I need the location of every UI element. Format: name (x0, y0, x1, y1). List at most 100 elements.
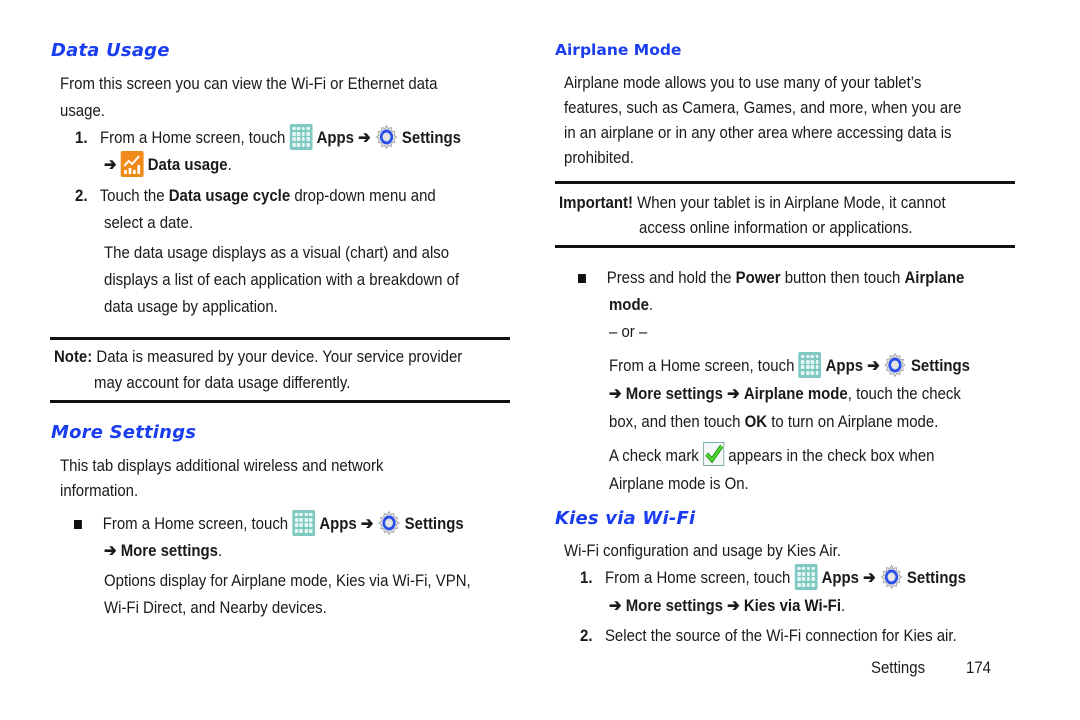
check-text-pre: A check mark (609, 446, 699, 465)
bullet-text-mid: button then touch (784, 268, 901, 287)
airplane-para-line3: in an airplane or in any other area wher… (564, 123, 952, 142)
step-number: 2. (580, 626, 593, 645)
step-text: Touch the (99, 186, 165, 205)
step-text: Select the source of the Wi-Fi connectio… (604, 626, 957, 645)
more-settings-intro-line2: information. (60, 481, 139, 500)
note-label: Note: (54, 347, 93, 366)
kies-step2: 2. Select the source of the Wi-Fi connec… (580, 622, 957, 649)
mode-label: mode (609, 295, 649, 314)
settings-label: Settings (910, 356, 970, 375)
kies-intro: Wi-Fi configuration and usage by Kies Ai… (564, 541, 841, 560)
kies-via-wifi-label: Kies via Wi-Fi (743, 596, 841, 615)
airplane-para-line2: features, such as Camera, Games, and mor… (564, 98, 962, 117)
apps-label: Apps (825, 356, 864, 375)
important-line2: access online information or application… (639, 218, 913, 237)
settings-gear-icon (375, 124, 398, 149)
check-text-post: appears in the check box when (728, 446, 935, 465)
kies-step1-cont: ➔ More settings ➔ Kies via Wi-Fi. (609, 592, 845, 619)
period: . (840, 596, 846, 615)
step-text: From a Home screen, touch (604, 568, 791, 587)
check-mark-icon (705, 444, 724, 463)
more-settings-intro-line1: This tab displays additional wireless an… (60, 456, 384, 475)
check-mark-line2: Airplane mode is On. (609, 474, 749, 493)
arrow-icon: ➔ (609, 384, 622, 403)
settings-gear-icon (884, 352, 907, 377)
heading-more-settings: More Settings (51, 422, 197, 443)
more-settings-label: More settings (625, 596, 723, 615)
airplane-bullet: Press and hold the Power button then tou… (578, 264, 964, 291)
alt-line3-pre: box, and then touch (609, 412, 741, 431)
note-text: Data is measured by your device. Your se… (96, 347, 463, 366)
settings-label: Settings (404, 514, 464, 533)
checkbox-checked-icon (702, 441, 725, 466)
step-number: 1. (75, 128, 88, 147)
step-text-post: drop-down menu and (294, 186, 436, 205)
important-text: When your tablet is in Airplane Mode, it… (637, 193, 946, 212)
more-settings-para-line1: Options display for Airplane mode, Kies … (104, 571, 471, 590)
airplane-alt-line2: ➔ More settings ➔ Airplane mode, touch t… (609, 380, 961, 407)
more-settings-bullet-cont: ➔ More settings. (104, 537, 222, 564)
settings-gear-icon (378, 510, 400, 535)
note-top-rule (50, 337, 510, 340)
data-usage-step1: 1. From a Home screen, touch Apps ➔ Sett… (75, 123, 461, 152)
heading-kies-via-wifi: Kies via Wi-Fi (555, 508, 696, 529)
arrow-icon: ➔ (727, 384, 740, 403)
page-number: 174 (966, 658, 991, 677)
data-usage-intro-line2: usage. (60, 101, 105, 120)
arrow-icon: ➔ (863, 568, 876, 587)
important-top-rule (555, 181, 1015, 184)
airplane-para-line4: prohibited. (564, 148, 634, 167)
arrow-icon: ➔ (104, 541, 117, 560)
apps-icon (798, 351, 822, 378)
alt-line3-post: to turn on Airplane mode. (771, 412, 939, 431)
data-usage-step1-cont: ➔ Data usage. (104, 150, 232, 179)
bullet-text: Press and hold the (606, 268, 732, 287)
data-usage-step2-line2: select a date. (104, 213, 193, 232)
more-settings-label: More settings (625, 384, 723, 403)
settings-label: Settings (906, 568, 966, 587)
arrow-icon: ➔ (867, 356, 880, 375)
alt-text-post: , touch the check (847, 384, 961, 403)
kies-step1: 1. From a Home screen, touch Apps ➔ Sett… (580, 563, 966, 592)
important-bottom-rule (555, 245, 1015, 248)
apps-icon (292, 509, 316, 536)
apps-label: Apps (821, 568, 859, 587)
period: . (648, 295, 654, 314)
data-usage-cycle-label: Data usage cycle (168, 186, 291, 205)
arrow-icon: ➔ (609, 596, 622, 615)
note-bottom-rule (50, 400, 510, 403)
data-usage-para-line1: The data usage displays as a visual (cha… (104, 243, 450, 262)
alt-text: From a Home screen, touch (609, 356, 795, 375)
heading-data-usage: Data Usage (51, 40, 170, 61)
or-separator: – or – (609, 322, 648, 341)
arrow-icon: ➔ (727, 596, 740, 615)
data-usage-intro-line1: From this screen you can view the Wi-Fi … (60, 74, 438, 93)
settings-label: Settings (401, 128, 461, 147)
apps-icon (289, 123, 313, 150)
more-settings-bullet: From a Home screen, touch Apps ➔ Setting… (74, 509, 464, 538)
data-usage-label: Data usage (147, 155, 228, 174)
check-mark-line1: A check mark appears in the check box wh… (609, 441, 935, 469)
bullet-icon (578, 274, 586, 283)
note-line2: may account for data usage differently. (94, 373, 351, 392)
bullet-text: From a Home screen, touch (102, 514, 289, 533)
ok-label: OK (744, 412, 768, 431)
data-usage-chart-icon (120, 150, 144, 177)
airplane-para-line1: Airplane mode allows you to use many of … (564, 73, 922, 92)
apps-label: Apps (316, 128, 354, 147)
step-text: From a Home screen, touch (99, 128, 286, 147)
arrow-icon: ➔ (360, 514, 374, 533)
airplane-alt-line1: From a Home screen, touch Apps ➔ Setting… (609, 351, 970, 380)
airplane-label: Airplane (904, 268, 965, 287)
arrow-icon: ➔ (358, 128, 371, 147)
step-number: 1. (580, 568, 593, 587)
period: . (217, 541, 223, 560)
apps-label: Apps (319, 514, 357, 533)
airplane-alt-line3: box, and then touch OK to turn on Airpla… (609, 408, 938, 435)
important-label: Important! (559, 193, 633, 212)
period: . (227, 155, 232, 174)
data-usage-para-line2: displays a list of each application with… (104, 270, 460, 289)
apps-icon (794, 563, 818, 590)
settings-gear-icon (880, 564, 903, 589)
note-line1: Note: Data is measured by your device. Y… (54, 343, 462, 370)
